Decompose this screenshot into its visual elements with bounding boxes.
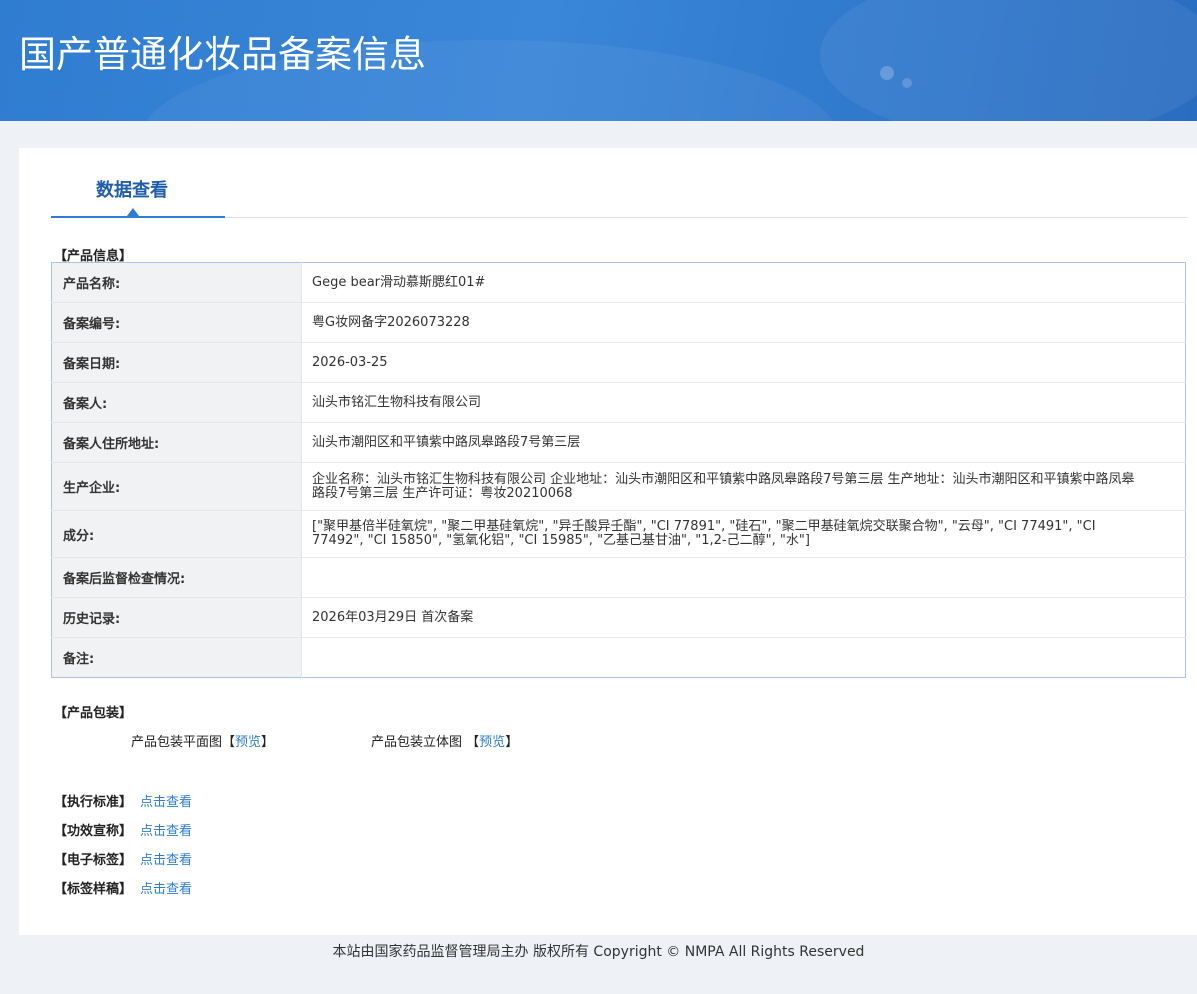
field-label: 备案人: [51,382,302,423]
bracket-close: 】 [261,735,275,750]
table-row: 历史记录: 2026年03月29日 首次备案 [51,597,1186,638]
content-card: 数据查看 【产品信息】 产品名称: Gege bear滑动慕斯腮红01# 备案编… [19,148,1197,935]
section-packaging: 【产品包装】 [54,706,133,721]
packaging-flat-label: 产品包装平面图 [131,735,223,750]
doc-row-efficacy: 【功效宣称】 点击查看 [54,820,192,839]
doc-view-link-efficacy[interactable]: 点击查看 [140,824,192,839]
field-value: 2026年03月29日 首次备案 [301,597,1186,638]
field-value: Gege bear滑动慕斯腮红01# [301,262,1186,303]
table-row: 备案日期: 2026-03-25 [51,342,1186,383]
footer-copyright: 本站由国家药品监督管理局主办 版权所有 Copyright © NMPA All… [332,944,865,960]
table-row: 备案后监督检查情况: [51,557,1186,598]
field-value: 企业名称：汕头市铭汇生物科技有限公司 企业地址：汕头市潮阳区和平镇紫中路凤皋路段… [301,462,1186,511]
table-row: 备案编号: 粤G妆网备字2026073228 [51,302,1186,343]
doc-row-label-draft: 【标签样稿】 点击查看 [54,878,192,897]
tab-bar: 数据查看 [51,148,1187,218]
field-value: ["聚甲基倍半硅氧烷", "聚二甲基硅氧烷", "异壬酸异壬酯", "CI 77… [301,510,1186,558]
field-label: 成分: [51,510,302,558]
field-value: 2026-03-25 [301,342,1186,383]
field-label: 备注: [51,637,302,678]
doc-row-e-label: 【电子标签】 点击查看 [54,849,192,868]
field-value: 汕头市铭汇生物科技有限公司 [301,382,1186,423]
table-row: 备案人住所地址: 汕头市潮阳区和平镇紫中路凤皋路段7号第三层 [51,422,1186,463]
table-row: 生产企业: 企业名称：汕头市铭汇生物科技有限公司 企业地址：汕头市潮阳区和平镇紫… [51,462,1186,511]
bracket-close: 】 [505,735,519,750]
doc-label: 【执行标准】 [54,795,133,810]
table-row: 备案人: 汕头市铭汇生物科技有限公司 [51,382,1186,423]
tab-label: 数据查看 [96,180,168,201]
field-label: 备案编号: [51,302,302,343]
banner-decoration [902,78,912,88]
banner-decoration [820,0,1197,121]
packaging-solid-label: 产品包装立体图 [371,735,463,750]
field-label: 生产企业: [51,462,302,511]
doc-view-link-e-label[interactable]: 点击查看 [140,853,192,868]
page-title: 国产普通化妆品备案信息 [19,33,426,76]
banner-decoration [880,66,894,80]
bracket-open: 【 [222,735,236,750]
doc-label: 【功效宣称】 [54,824,133,839]
field-value: 汕头市潮阳区和平镇紫中路凤皋路段7号第三层 [301,422,1186,463]
bracket-open: 【 [466,735,480,750]
packaging-solid-preview-link[interactable]: 预览 [479,735,505,750]
field-label: 备案人住所地址: [51,422,302,463]
field-value: 粤G妆网备字2026073228 [301,302,1186,343]
field-value [301,557,1186,598]
field-label: 产品名称: [51,262,302,303]
field-value [302,638,1186,678]
doc-view-link-standard[interactable]: 点击查看 [140,795,192,810]
table-row: 产品名称: Gege bear滑动慕斯腮红01# [51,262,1186,303]
product-info-table: 产品名称: Gege bear滑动慕斯腮红01# 备案编号: 粤G妆网备字202… [51,262,1186,678]
doc-label: 【电子标签】 [54,853,133,868]
doc-view-link-label-draft[interactable]: 点击查看 [140,882,192,897]
packaging-flat-item: 产品包装平面图【预览】 [131,731,274,750]
field-label: 备案后监督检查情况: [51,557,302,598]
field-label: 备案日期: [51,342,302,383]
packaging-flat-preview-link[interactable]: 预览 [235,735,261,750]
field-label: 历史记录: [51,597,302,638]
table-row: 成分: ["聚甲基倍半硅氧烷", "聚二甲基硅氧烷", "异壬酸异壬酯", "C… [51,510,1186,558]
tab-data-view[interactable]: 数据查看 [51,148,225,218]
doc-row-standard: 【执行标准】 点击查看 [54,791,192,810]
doc-label: 【标签样稿】 [54,882,133,897]
packaging-solid-item: 产品包装立体图 【预览】 [371,731,518,750]
tab-indicator-arrow [127,208,139,216]
header-banner: 国产普通化妆品备案信息 [0,0,1197,121]
table-row: 备注: [51,637,1186,678]
